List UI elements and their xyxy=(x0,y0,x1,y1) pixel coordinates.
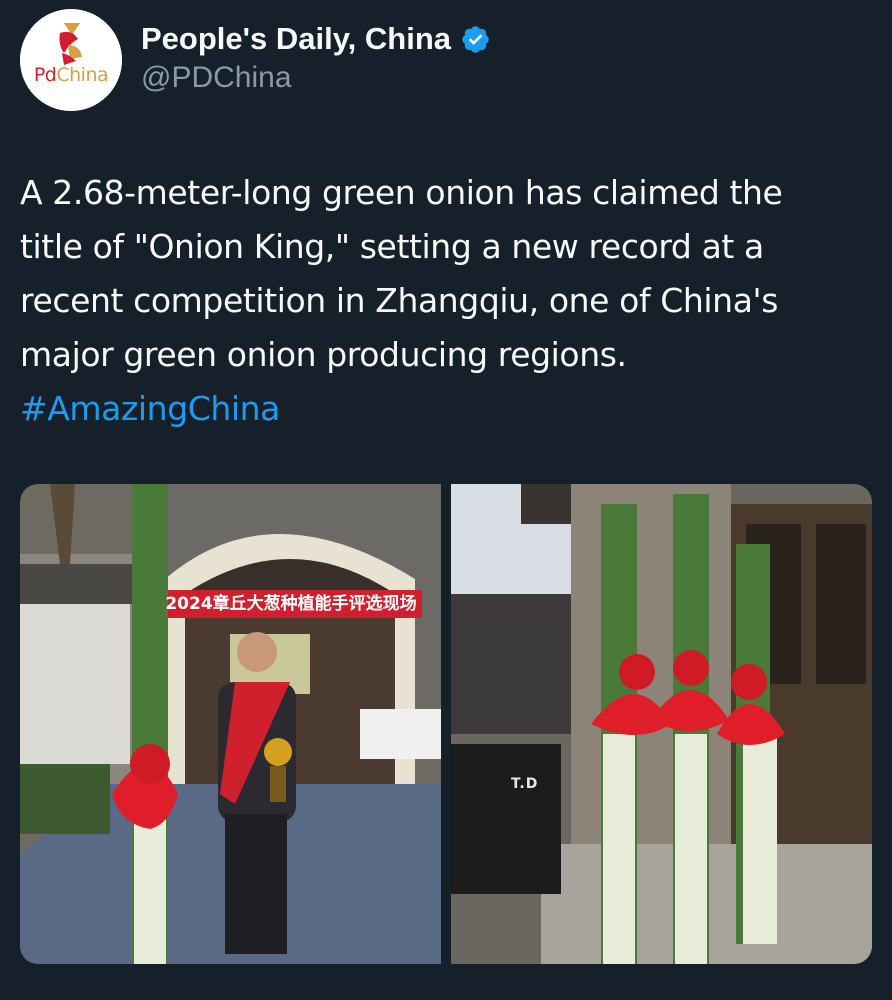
tweet-text-line: title of "Onion King," setting a new rec… xyxy=(20,227,764,266)
author-name-row[interactable]: People's Daily, China xyxy=(141,20,491,58)
tweet-text-line: recent competition in Zhangqiu, one of C… xyxy=(20,281,778,320)
photo-banner-text: 2024章丘大葱种植能手评选现场 xyxy=(165,594,417,614)
avatar[interactable]: PdChina xyxy=(20,9,122,111)
photo-left-illustration xyxy=(20,484,441,964)
photo-onion-display[interactable]: T.D xyxy=(451,484,872,964)
tweet-text: A 2.68-meter-long green onion has claime… xyxy=(20,166,880,436)
tweet-text-line: A 2.68-meter-long green onion has claime… xyxy=(20,173,783,212)
author-handle[interactable]: @PDChina xyxy=(141,61,292,95)
tweet: PdChina People's Daily, China @PDChina A… xyxy=(0,0,892,1000)
logo-pd: Pd xyxy=(33,64,57,86)
hashtag-link[interactable]: #AmazingChina xyxy=(20,382,880,436)
photo-right-illustration xyxy=(451,484,872,964)
photo-onion-king-man[interactable]: 2024章丘大葱种植能手评选现场 xyxy=(20,484,441,964)
logo-china: China xyxy=(56,64,109,86)
display-name[interactable]: People's Daily, China xyxy=(141,21,451,57)
avatar-logo-text: PdChina xyxy=(20,64,122,86)
case-label: T.D xyxy=(511,776,539,792)
media-grid: 2024章丘大葱种植能手评选现场 T.D xyxy=(20,484,872,964)
pdchina-logo-icon xyxy=(20,9,122,111)
verified-badge-icon[interactable] xyxy=(460,24,491,55)
tweet-text-line: major green onion producing regions. xyxy=(20,335,627,374)
